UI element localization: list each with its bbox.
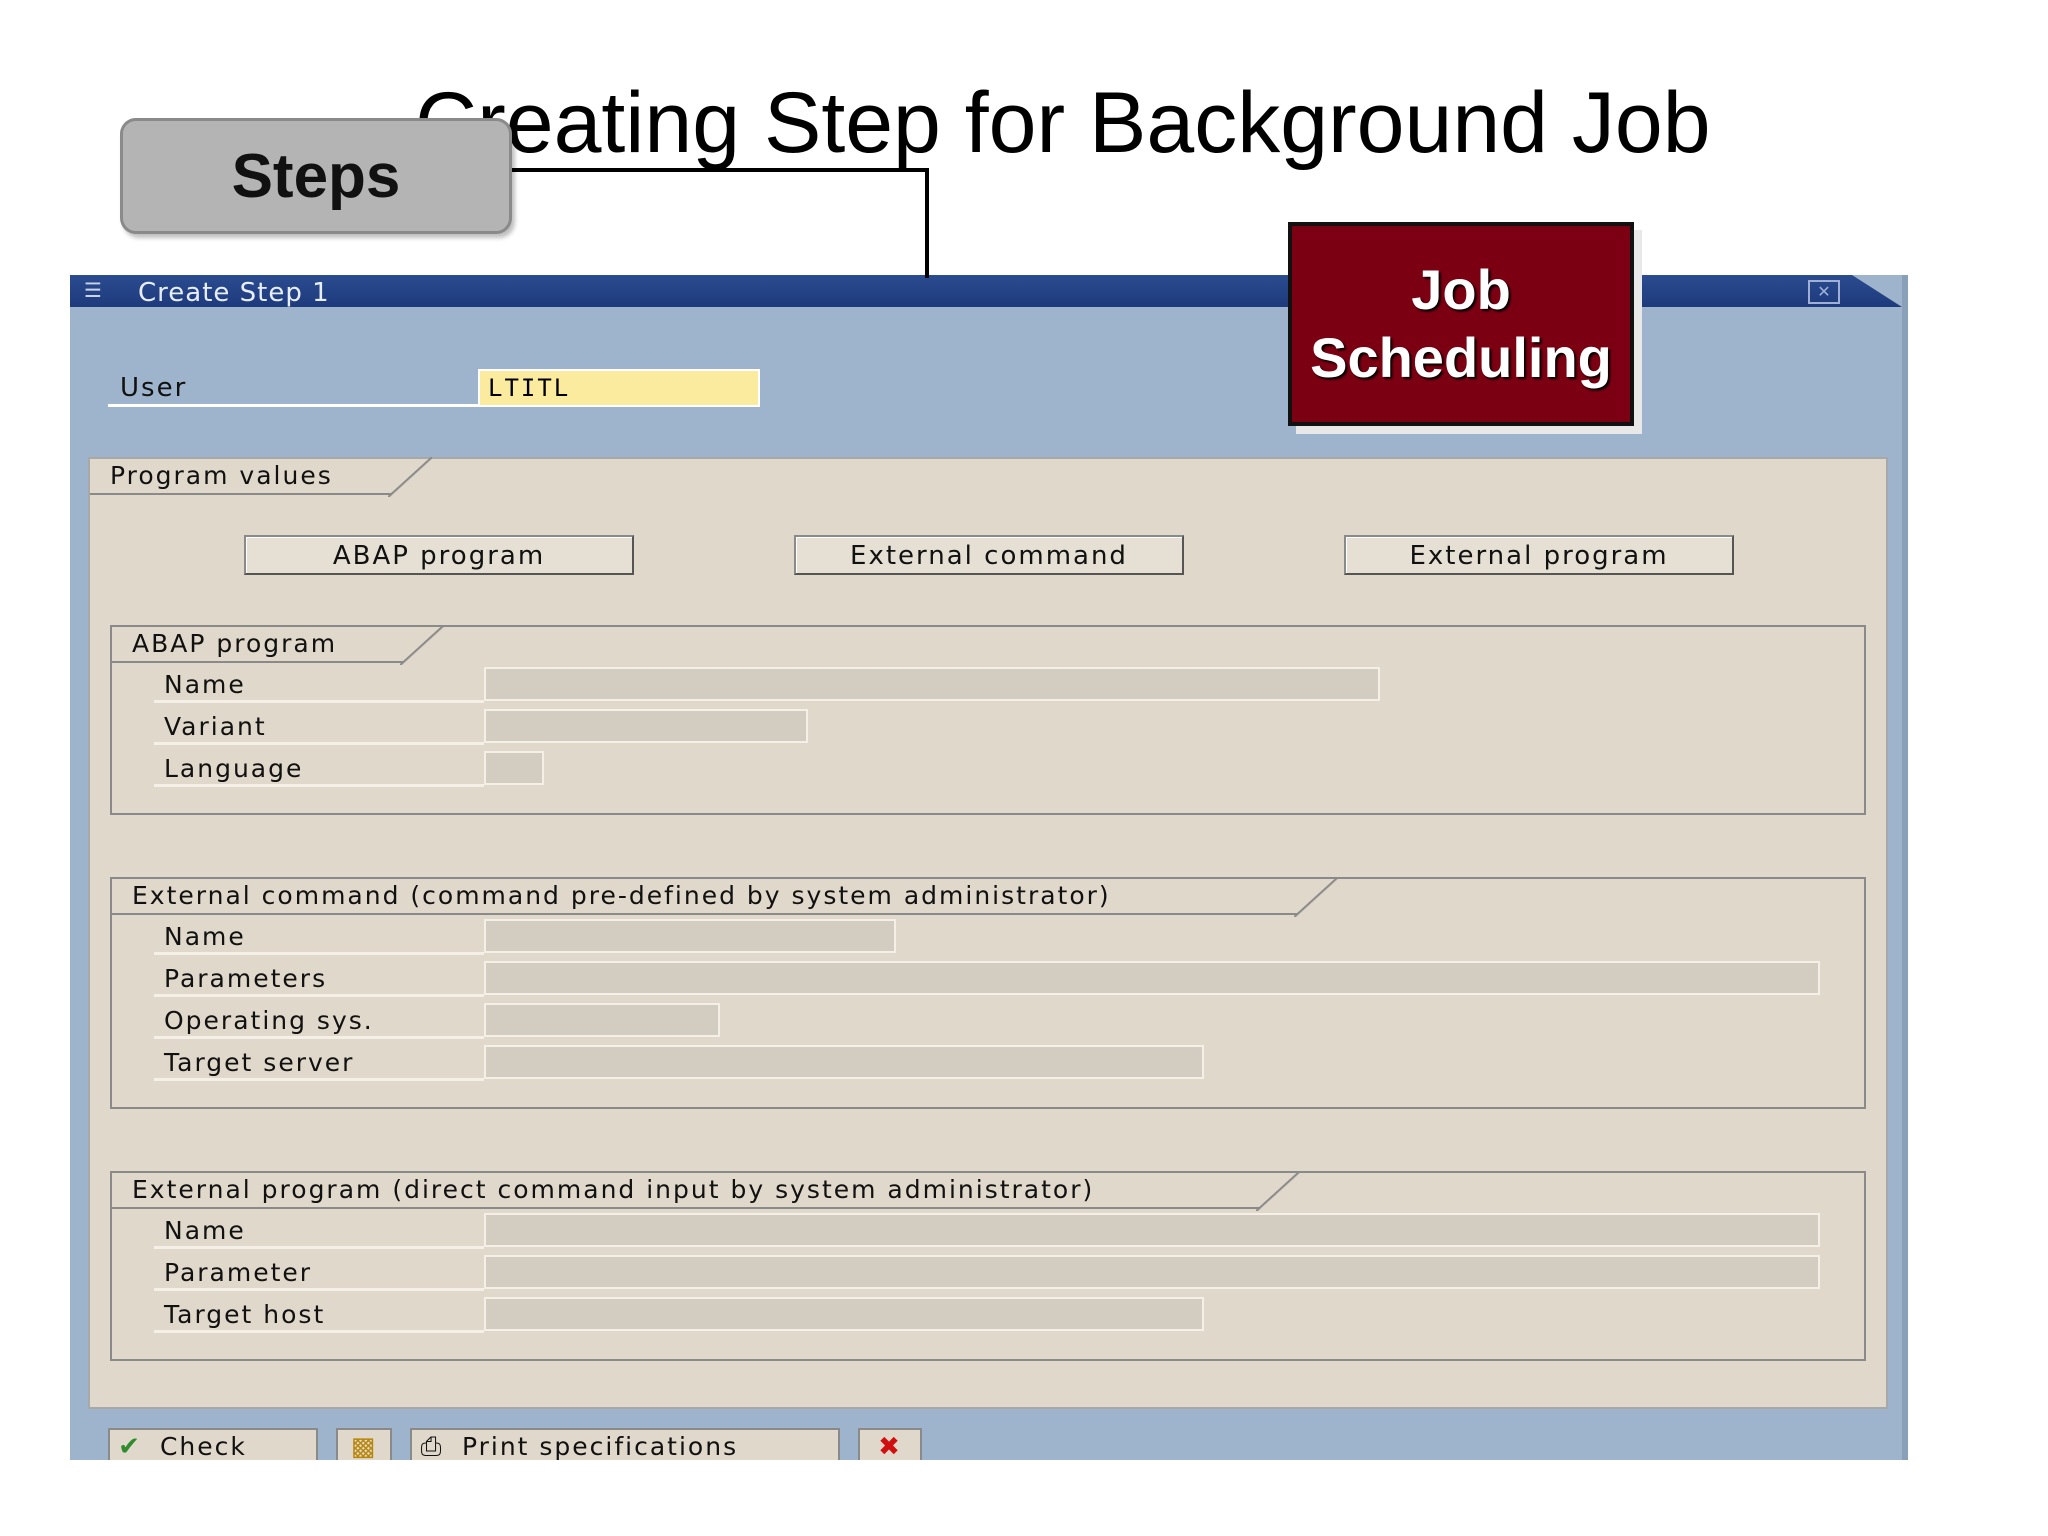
print-icon: ⎙ [420,1432,444,1460]
job-callout-line2: Scheduling [1310,326,1612,389]
abap-language-input[interactable] [484,751,544,785]
cancel-button[interactable]: ✖ [858,1428,922,1460]
abap-language-label: Language [154,751,484,787]
save-button[interactable]: ▩ [336,1428,392,1460]
ext-command-parameters-label: Parameters [154,961,484,997]
slide-title: Creating Step for Background Job [415,75,1711,171]
external-command-button[interactable]: External command [794,535,1184,575]
save-icon: ▩ [350,1432,378,1460]
title-bar-notch [1852,275,1902,307]
job-callout-line1: Job [1411,257,1511,321]
abap-name-label: Name [154,667,484,703]
abap-name-input[interactable] [484,667,1380,701]
ext-command-os-input[interactable] [484,1003,720,1037]
program-values-label: Program values [90,457,432,497]
user-row: User LTITL [108,369,834,409]
ext-program-name-input[interactable] [484,1213,1820,1247]
ext-program-name-label: Name [154,1213,484,1249]
abap-program-button[interactable]: ABAP program [244,535,634,575]
check-label: Check [159,1432,247,1460]
ext-command-target-server-input[interactable] [484,1045,1204,1079]
check-button[interactable]: ✔ Check [108,1428,318,1460]
ext-program-parameter-input[interactable] [484,1255,1820,1289]
close-icon[interactable]: ✕ [1808,280,1840,304]
external-command-group: External command (command pre-defined by… [110,877,1866,1109]
job-scheduling-callout: Job Scheduling [1288,222,1634,426]
abap-variant-input[interactable] [484,709,808,743]
print-specifications-label: Print specifications [461,1432,739,1460]
ext-command-name-label: Name [154,919,484,955]
ext-command-name-input[interactable] [484,919,896,953]
print-specifications-button[interactable]: ⎙ Print specifications [410,1428,840,1460]
callout-connector-vertical [925,168,929,278]
ext-command-target-server-label: Target server [154,1045,484,1081]
steps-callout: Steps [120,118,512,234]
external-program-group-label: External program (direct command input b… [112,1171,1300,1211]
external-command-group-label: External command (command pre-defined by… [112,877,1338,917]
window-icon: ☰ [84,278,102,302]
ext-program-target-host-label: Target host [154,1297,484,1333]
user-label: User [108,369,478,407]
user-input[interactable]: LTITL [478,369,760,407]
external-program-button[interactable]: External program [1344,535,1734,575]
cancel-icon: ✖ [878,1432,902,1460]
ext-program-parameter-label: Parameter [154,1255,484,1291]
callout-connector [497,168,929,172]
create-step-dialog: ☰ Create Step 1 ✕ User LTITL Program val… [70,275,1908,1460]
abap-program-group-label: ABAP program [112,625,444,665]
ext-program-target-host-input[interactable] [484,1297,1204,1331]
bottom-toolbar: ✔ Check ▩ ⎙ Print specifications ✖ [70,1420,1902,1460]
abap-variant-label: Variant [154,709,484,745]
program-values-panel: Program values ABAP program External com… [88,457,1888,1409]
abap-program-group: ABAP program Name Variant Language [110,625,1866,815]
check-icon: ✔ [118,1432,142,1460]
ext-command-parameters-input[interactable] [484,961,1820,995]
window-title: Create Step 1 [138,278,330,308]
external-program-group: External program (direct command input b… [110,1171,1866,1361]
ext-command-os-label: Operating sys. [154,1003,484,1039]
